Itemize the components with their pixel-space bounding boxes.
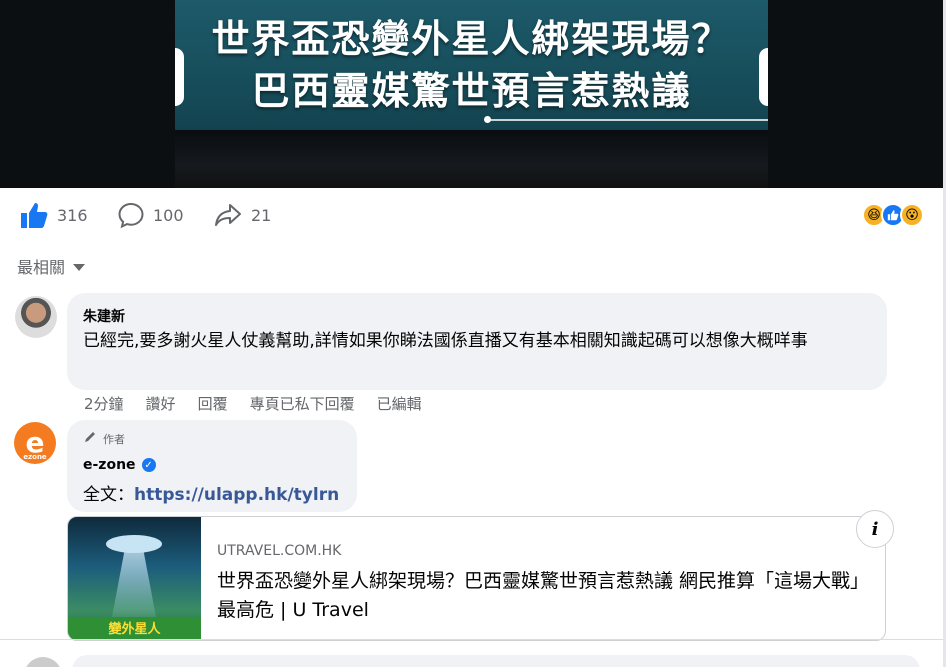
comment-bubble: 作者 e-zone ✓ 全文：https://ulapp.hk/tylrn <box>67 420 357 512</box>
link-thumbnail: 變外星人 <box>68 517 201 640</box>
ezone-logo-small: ezone <box>23 452 47 461</box>
like-action[interactable]: 316 <box>19 198 88 232</box>
avatar[interactable] <box>15 296 57 338</box>
info-button[interactable]: i <box>856 510 894 548</box>
comment-bubble: 朱建新 已經完,要多謝火星人仗義幫助,詳情如果你睇法國係直播又有基本相關知識起碼… <box>67 293 887 390</box>
share-icon <box>213 201 243 229</box>
comment-like-button[interactable]: 讚好 <box>146 393 176 414</box>
author-tag-label: 作者 <box>103 432 125 446</box>
reaction-summary[interactable]: 😆 😮 <box>862 203 924 227</box>
link-title[interactable]: 世界盃恐變外星人綁架現場？巴西靈媒驚世預言惹熱議 網民推算「這場大戰」最高危 |… <box>217 567 877 625</box>
ezone-avatar[interactable]: e ezone <box>14 422 56 464</box>
comment-text-prefix: 全文： <box>83 485 134 505</box>
comment-text: 已經完,要多謝火星人仗義幫助,詳情如果你睇法國係直播又有基本相關知識起碼可以想像… <box>83 331 808 351</box>
caret-down-icon <box>73 263 86 271</box>
like-count: 316 <box>57 205 88 225</box>
author-badge: 作者 <box>83 430 125 447</box>
comment-author[interactable]: 朱建新 <box>83 306 125 326</box>
wow-reaction-icon: 😮 <box>900 203 924 227</box>
action-bar: 316 100 21 😆 😮 <box>0 198 940 232</box>
video-progress-handle[interactable] <box>484 116 491 123</box>
video-bottom-bar <box>175 130 768 188</box>
comment-text: 全文：https://ulapp.hk/tylrn <box>83 480 339 505</box>
comment-time[interactable]: 2分鐘 <box>84 393 124 414</box>
author-name: e-zone <box>83 457 136 473</box>
video-headline-line1: 世界盃恐變外星人綁架現場？ <box>211 17 732 61</box>
comment-reply-button[interactable]: 回覆 <box>198 393 228 414</box>
link-domain: UTRAVEL.COM.HK <box>217 543 342 559</box>
avatar[interactable] <box>24 657 62 667</box>
like-icon <box>19 201 49 229</box>
verified-badge-icon: ✓ <box>141 458 156 472</box>
info-icon: i <box>871 518 879 540</box>
comment-sort-dropdown[interactable]: 最相關 <box>17 254 86 278</box>
share-count: 21 <box>251 205 272 225</box>
comment-icon <box>117 201 145 229</box>
video-side-tab-right <box>759 48 768 106</box>
comment-meta: 2分鐘 讚好 回覆 專頁已私下回覆 已編輯 <box>84 393 444 414</box>
video-player[interactable]: 世界盃恐變外星人綁架現場？ 巴西靈媒驚世預言惹熱議 <box>0 0 946 188</box>
ufo-beam-graphic <box>112 547 156 617</box>
pencil-icon <box>83 430 97 447</box>
comment-link[interactable]: https://ulapp.hk/tylrn <box>134 485 339 505</box>
link-preview-card[interactable]: 變外星人 UTRAVEL.COM.HK 世界盃恐變外星人綁架現場？巴西靈媒驚世預… <box>67 516 886 641</box>
video-progress-bar[interactable] <box>487 119 768 121</box>
comment-count: 100 <box>153 205 184 225</box>
private-reply-status: 專頁已私下回覆 <box>249 395 355 413</box>
share-action[interactable]: 21 <box>213 198 271 232</box>
video-headline-line2: 巴西靈媒驚世預言惹熱議 <box>251 69 692 113</box>
thumbnail-banner: 變外星人 <box>68 617 201 640</box>
video-side-tab-left <box>175 48 184 106</box>
sort-label: 最相關 <box>17 258 66 277</box>
edited-label[interactable]: 已編輯 <box>377 393 422 414</box>
next-comment-bubble <box>72 655 920 667</box>
comment-author[interactable]: e-zone ✓ <box>83 457 156 473</box>
video-frame: 世界盃恐變外星人綁架現場？ 巴西靈媒驚世預言惹熱議 <box>175 0 768 188</box>
comment-action[interactable]: 100 <box>117 198 184 232</box>
ufo-graphic <box>106 535 162 553</box>
divider <box>0 639 943 640</box>
